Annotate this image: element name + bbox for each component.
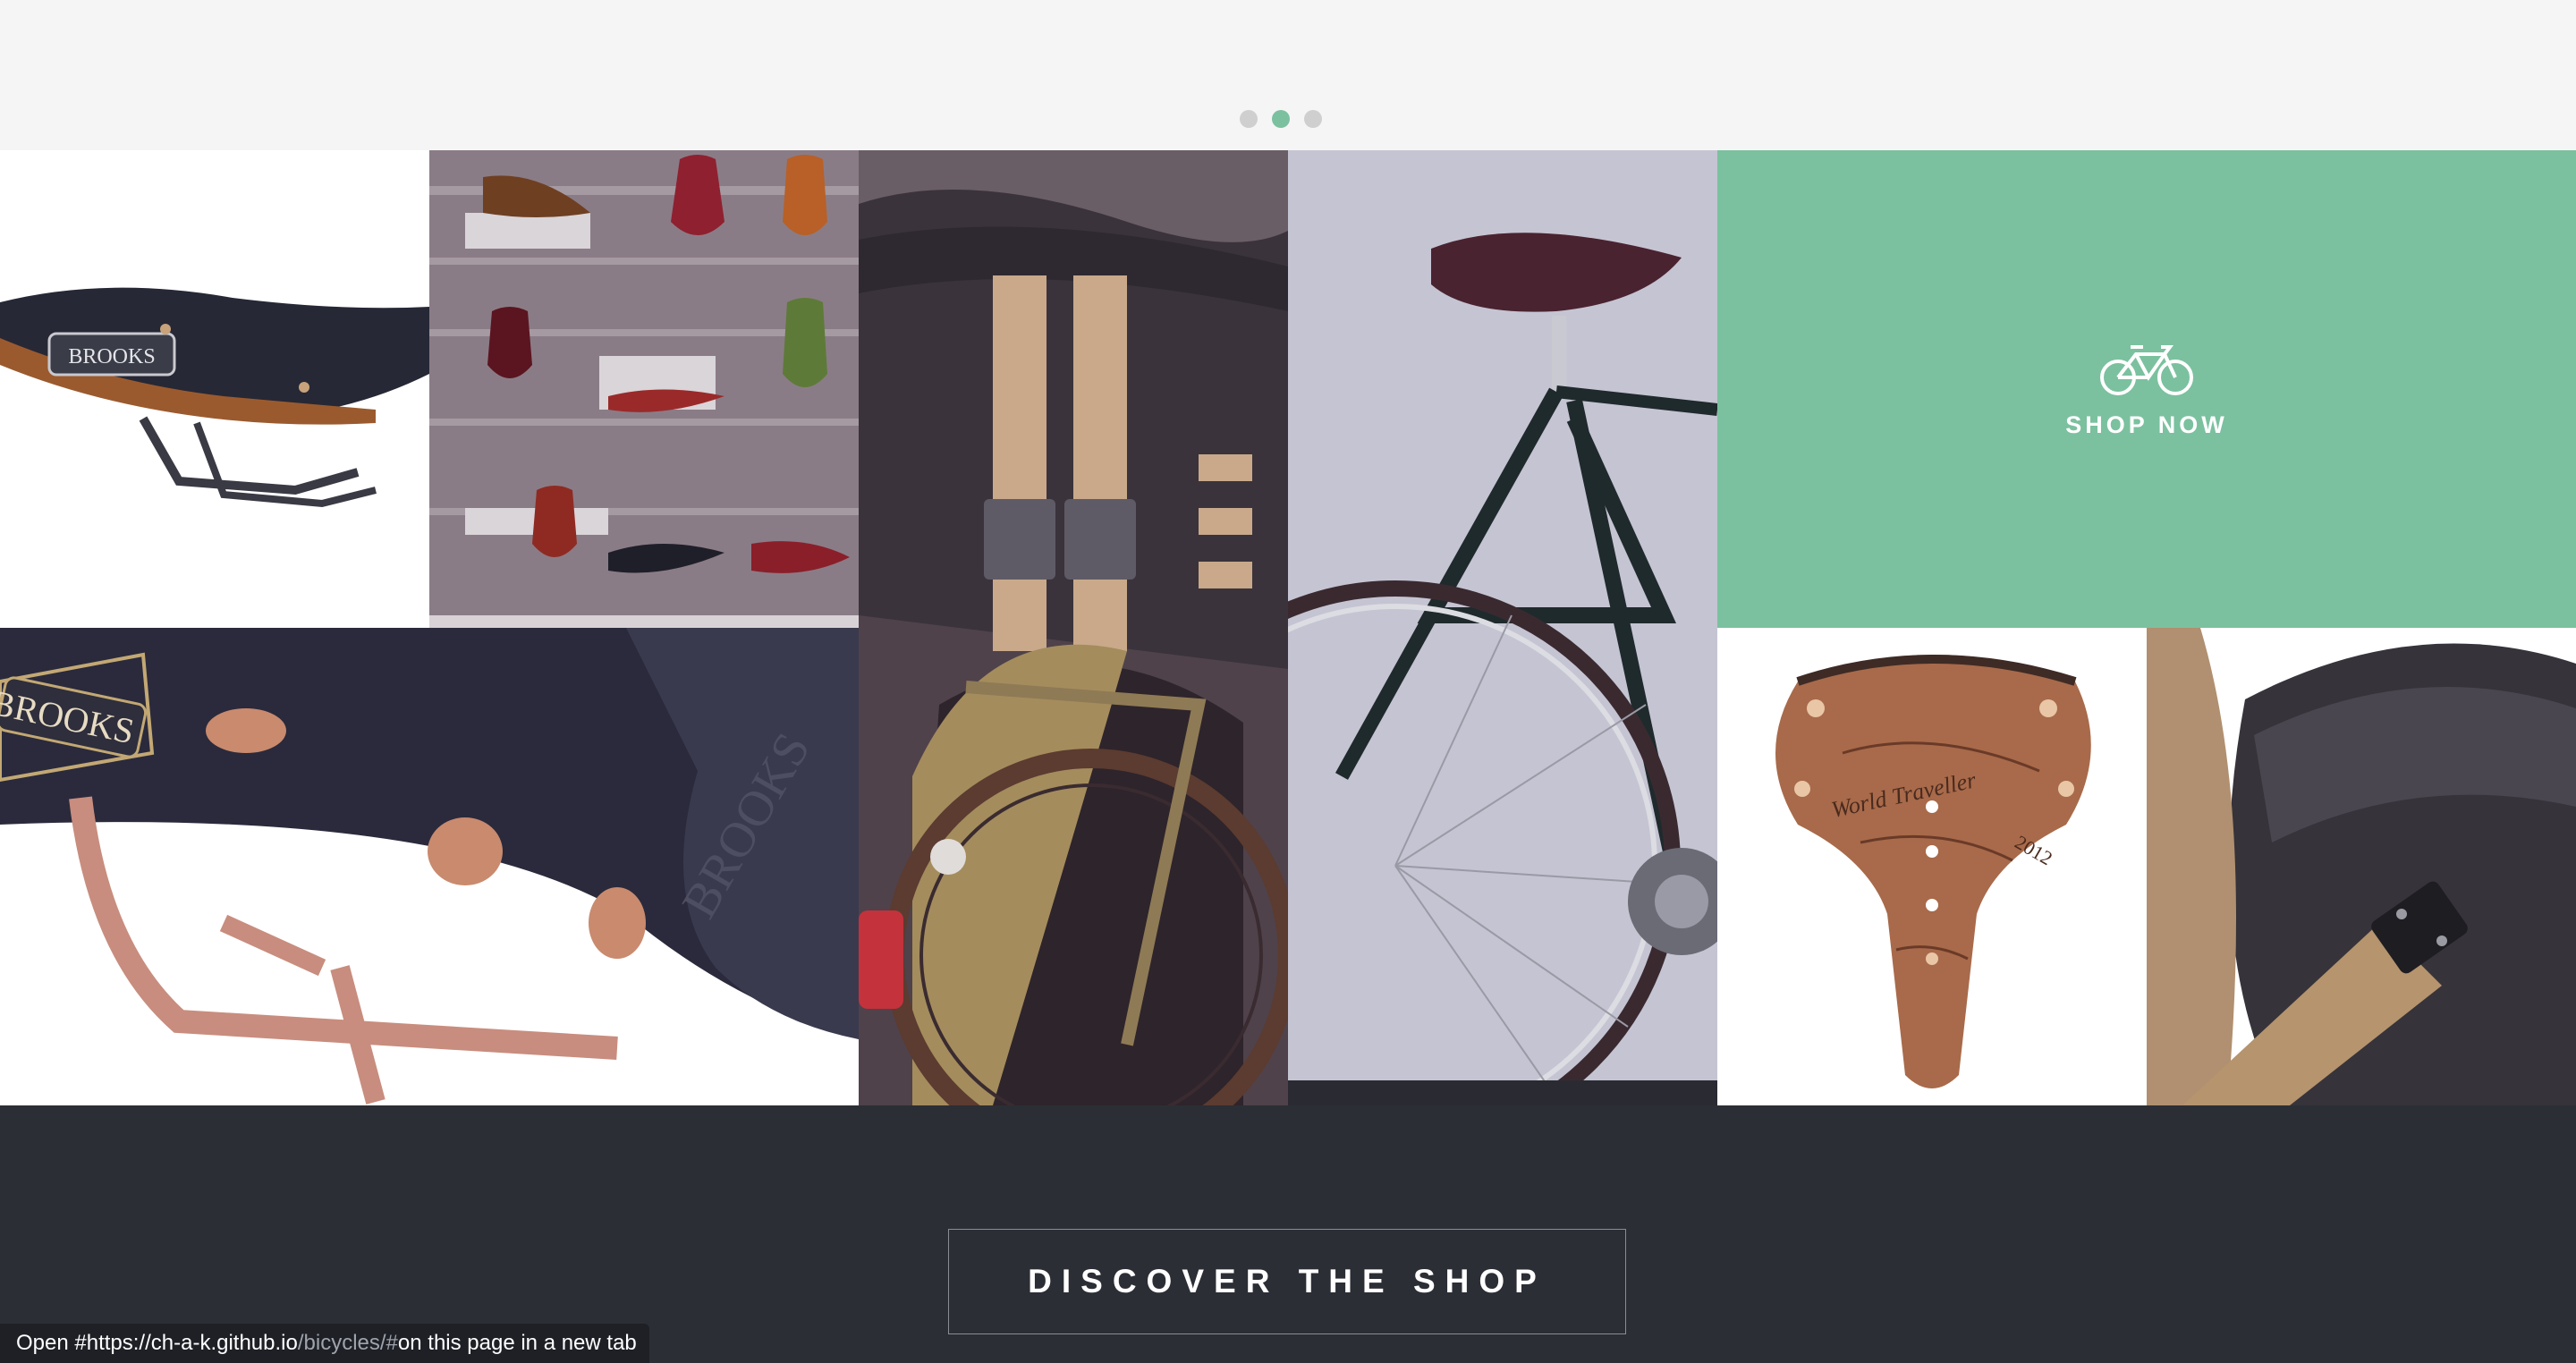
link-status-bar: Open #https://ch-a-k.github.io/bicycles/… [0, 1324, 649, 1363]
top-band [0, 0, 2576, 150]
saddle-wall-display-photo[interactable] [429, 150, 859, 628]
shop-now-label: SHOP NOW [2065, 411, 2228, 438]
status-url-prefix: Open #https://ch-a-k.github.io [16, 1331, 298, 1355]
carousel-dots [1240, 110, 1322, 128]
saddle-closeup-photo[interactable]: BROOKS BROOKS [0, 628, 859, 1105]
shop-now-link[interactable]: SHOP NOW [1717, 150, 2576, 628]
copper-saddle-photo[interactable]: World Traveller 2012 [1717, 628, 2147, 1105]
brooks-logo-text: BROOKS [68, 345, 155, 368]
product-gallery: BROOKS SHOP NOW BROOKS BROOKS World Trav… [0, 150, 2576, 1105]
carousel-dot-2[interactable] [1272, 110, 1290, 128]
bike-bag-rack-photo[interactable] [859, 150, 1288, 1105]
carousel-dot-1[interactable] [1240, 110, 1258, 128]
messenger-bag-photo[interactable] [2147, 628, 2576, 1105]
road-bike-photo[interactable] [1288, 150, 1717, 1105]
status-url-suffix: on this page in a new tab [397, 1331, 637, 1355]
shop-now-tile[interactable]: SHOP NOW [1717, 150, 2576, 628]
discover-the-shop-button[interactable]: DISCOVER THE SHOP [948, 1229, 1626, 1334]
status-url-path: /bicycles/# [297, 1331, 398, 1355]
saddle-side-photo[interactable]: BROOKS [0, 150, 429, 628]
carousel-dot-3[interactable] [1304, 110, 1322, 128]
bicycle-icon [2100, 344, 2193, 395]
